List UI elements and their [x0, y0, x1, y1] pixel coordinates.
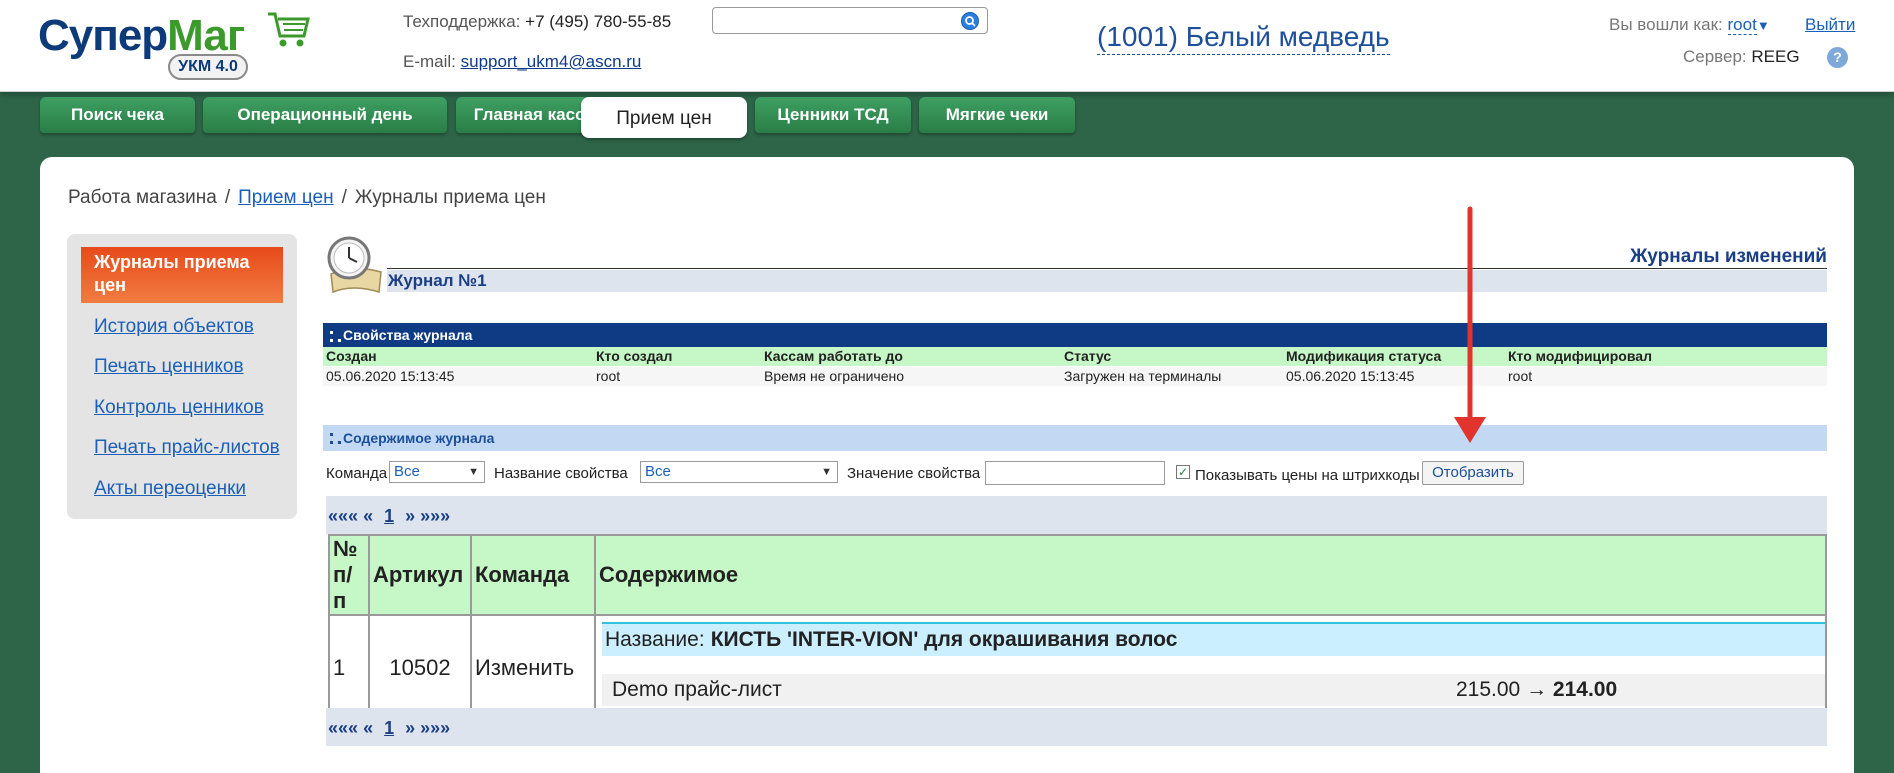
logo[interactable]: СуперМаг УКМ 4.0	[38, 8, 318, 80]
search-icon[interactable]	[961, 12, 979, 30]
chevron-down-icon: ▼	[468, 466, 479, 478]
show-button[interactable]: Отобразить	[1422, 461, 1524, 485]
price-row: Demo прайс-лист 215.00 → 214.00	[602, 674, 1825, 706]
table-header-row: № п/п Артикул Команда Содержимое	[328, 534, 1827, 616]
sidebar-item-label-control[interactable]: Контроль ценников	[94, 397, 264, 419]
divider	[387, 268, 1827, 269]
support-email: E-mail: support_ukm4@ascn.ru	[403, 52, 642, 71]
help-icon[interactable]: ?	[1827, 47, 1848, 68]
breadcrumb-link-price-receipt[interactable]: Прием цен	[238, 187, 333, 208]
journal-name-bar	[387, 270, 1827, 292]
item-name-row: Название: КИСТЬ 'INTER-VION' для окрашива…	[602, 622, 1825, 656]
sidebar-item-print-price-lists[interactable]: Печать прайс-листов	[94, 437, 280, 459]
tab-operational-day[interactable]: Операционный день	[203, 97, 447, 133]
table-row: 05.06.2020 15:13:45 root Время не ограни…	[323, 365, 1827, 386]
pager-bottom: ««« « 1 » »»»	[326, 708, 1827, 746]
journal-changes-title: Журналы изменений	[1630, 246, 1827, 267]
chevron-down-icon[interactable]: ▼	[1757, 18, 1770, 33]
pager-prev[interactable]: «	[363, 506, 373, 526]
store-selector[interactable]: (1001) Белый медведь	[1097, 20, 1390, 55]
server-info: Сервер: REEG	[1683, 47, 1800, 66]
properties-section-header[interactable]: Свойства журнала	[323, 323, 1827, 347]
version-badge: УКМ 4.0	[168, 54, 248, 80]
content-cell: Название: КИСТЬ 'INTER-VION' для окрашива…	[594, 614, 1827, 722]
clock-scroll-icon	[327, 236, 382, 294]
pager-prev[interactable]: «	[363, 718, 373, 738]
contents-section-header[interactable]: Содержимое журнала	[323, 425, 1827, 451]
command-select[interactable]: Все ▼	[389, 461, 485, 483]
login-info: Вы вошли как: root▼	[1609, 15, 1770, 35]
support-email-link[interactable]: support_ukm4@ascn.ru	[461, 52, 642, 71]
app-header: СуперМаг УКМ 4.0 Техподдержка: +7 (495) …	[0, 0, 1894, 92]
properties-table: Создан Кто создал Кассам работать до Ста…	[323, 347, 1827, 386]
search-input[interactable]	[712, 7, 988, 34]
pager-last[interactable]: »»»	[420, 718, 450, 738]
annotation-arrow-icon	[1454, 206, 1486, 443]
sidebar-item-revaluation-acts[interactable]: Акты переоценки	[94, 478, 246, 500]
pager-next[interactable]: »	[405, 718, 415, 738]
table-row[interactable]: 1 10502 Изменить Название: КИСТЬ 'INTER-V…	[328, 614, 1827, 722]
main-panel: Работа магазина / Прием цен / Журналы приема…	[40, 157, 1854, 773]
journal-name: Журнал №1	[388, 271, 487, 290]
table-header-row: Создан Кто создал Кассам работать до Ста…	[323, 347, 1827, 366]
pager-first[interactable]: «««	[328, 506, 358, 526]
show-barcode-prices-checkbox[interactable]: ✓	[1176, 465, 1190, 479]
pager-first[interactable]: «««	[328, 718, 358, 738]
arrow-right-icon: →	[1526, 678, 1548, 701]
sidebar: Журналы приема цен История объектов Печа…	[67, 234, 297, 519]
support-phone: Техподдержка: +7 (495) 780-55-85	[403, 12, 672, 31]
cart-icon	[268, 12, 310, 47]
sidebar-item-print-labels[interactable]: Печать ценников	[94, 356, 244, 378]
pager-next[interactable]: »	[405, 506, 415, 526]
property-value-input[interactable]	[985, 461, 1165, 485]
logout-link[interactable]: Выйти	[1805, 15, 1855, 35]
journal-contents-table: № п/п Артикул Команда Содержимое 1 10502…	[328, 534, 1827, 722]
property-name-select[interactable]: Все ▼	[640, 461, 838, 483]
tab-tsd-labels[interactable]: Ценники ТСД	[755, 97, 911, 133]
tab-price-receipt[interactable]: Прием цен	[581, 97, 747, 138]
sidebar-item-journals[interactable]: Журналы приема цен	[81, 247, 283, 303]
pager-page-1[interactable]: 1	[384, 718, 394, 738]
tab-receipt-search[interactable]: Поиск чека	[40, 97, 195, 133]
user-menu[interactable]: root	[1727, 15, 1757, 35]
breadcrumb: Работа магазина / Прием цен / Журналы приема…	[68, 187, 546, 208]
pager-last[interactable]: »»»	[420, 506, 450, 526]
filters-bar: Команда Все ▼ Название свойства Все ▼ Знач…	[326, 459, 1826, 487]
tab-soft-receipts[interactable]: Мягкие чеки	[919, 97, 1075, 133]
pager-top: ««« « 1 » »»»	[326, 496, 1827, 534]
sidebar-item-object-history[interactable]: История объектов	[94, 316, 254, 338]
chevron-down-icon: ▼	[821, 466, 832, 478]
pager-page-1[interactable]: 1	[384, 506, 394, 526]
